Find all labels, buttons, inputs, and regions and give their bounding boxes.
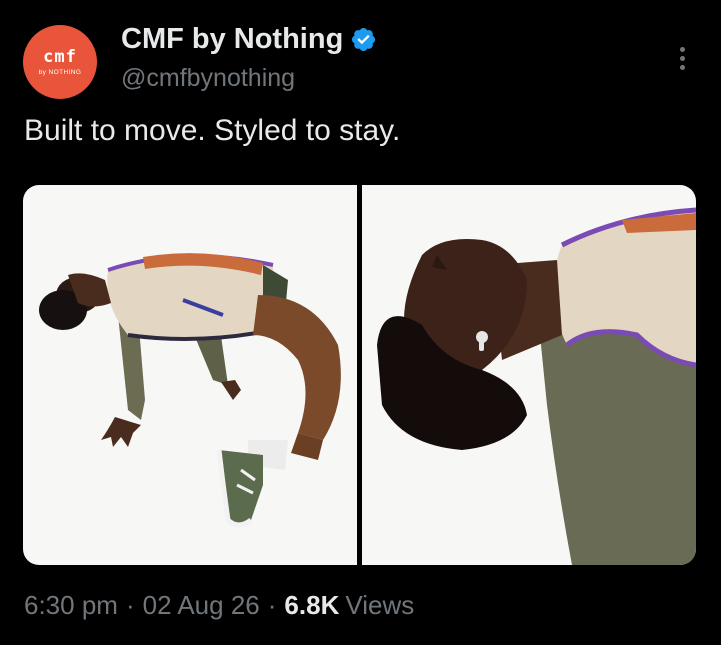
photo-left-illustration	[39, 253, 341, 528]
avatar-sub-text: by NOTHING	[38, 68, 82, 76]
verified-badge-icon[interactable]	[350, 26, 377, 53]
tweet-time[interactable]: 6:30 pm	[24, 590, 118, 621]
meta-separator: ·	[267, 590, 277, 620]
avatar-logo-text: cmf	[43, 46, 77, 67]
more-dot	[679, 46, 685, 52]
more-dot	[679, 64, 685, 70]
photo-left[interactable]	[23, 185, 357, 565]
views-count[interactable]: 6.8K	[284, 590, 339, 621]
tweet-date[interactable]: 02 Aug 26	[143, 590, 260, 621]
more-dot	[679, 55, 685, 61]
media-grid	[23, 185, 696, 565]
photo-right-illustration	[377, 207, 696, 565]
display-name[interactable]: CMF by Nothing	[121, 23, 343, 56]
meta-separator: ·	[125, 590, 135, 620]
handle[interactable]: @cmfbynothing	[121, 64, 295, 93]
avatar[interactable]: cmf by NOTHING	[23, 25, 97, 99]
more-options-icon[interactable]	[669, 40, 695, 76]
photo-right[interactable]	[362, 185, 696, 565]
tweet-meta: 6:30 pm · 02 Aug 26 · 6.8K Views	[24, 590, 414, 621]
tweet-text: Built to move. Styled to stay.	[24, 114, 401, 147]
views-label[interactable]: Views	[345, 590, 414, 621]
author-name-row[interactable]: CMF by Nothing	[121, 21, 377, 57]
